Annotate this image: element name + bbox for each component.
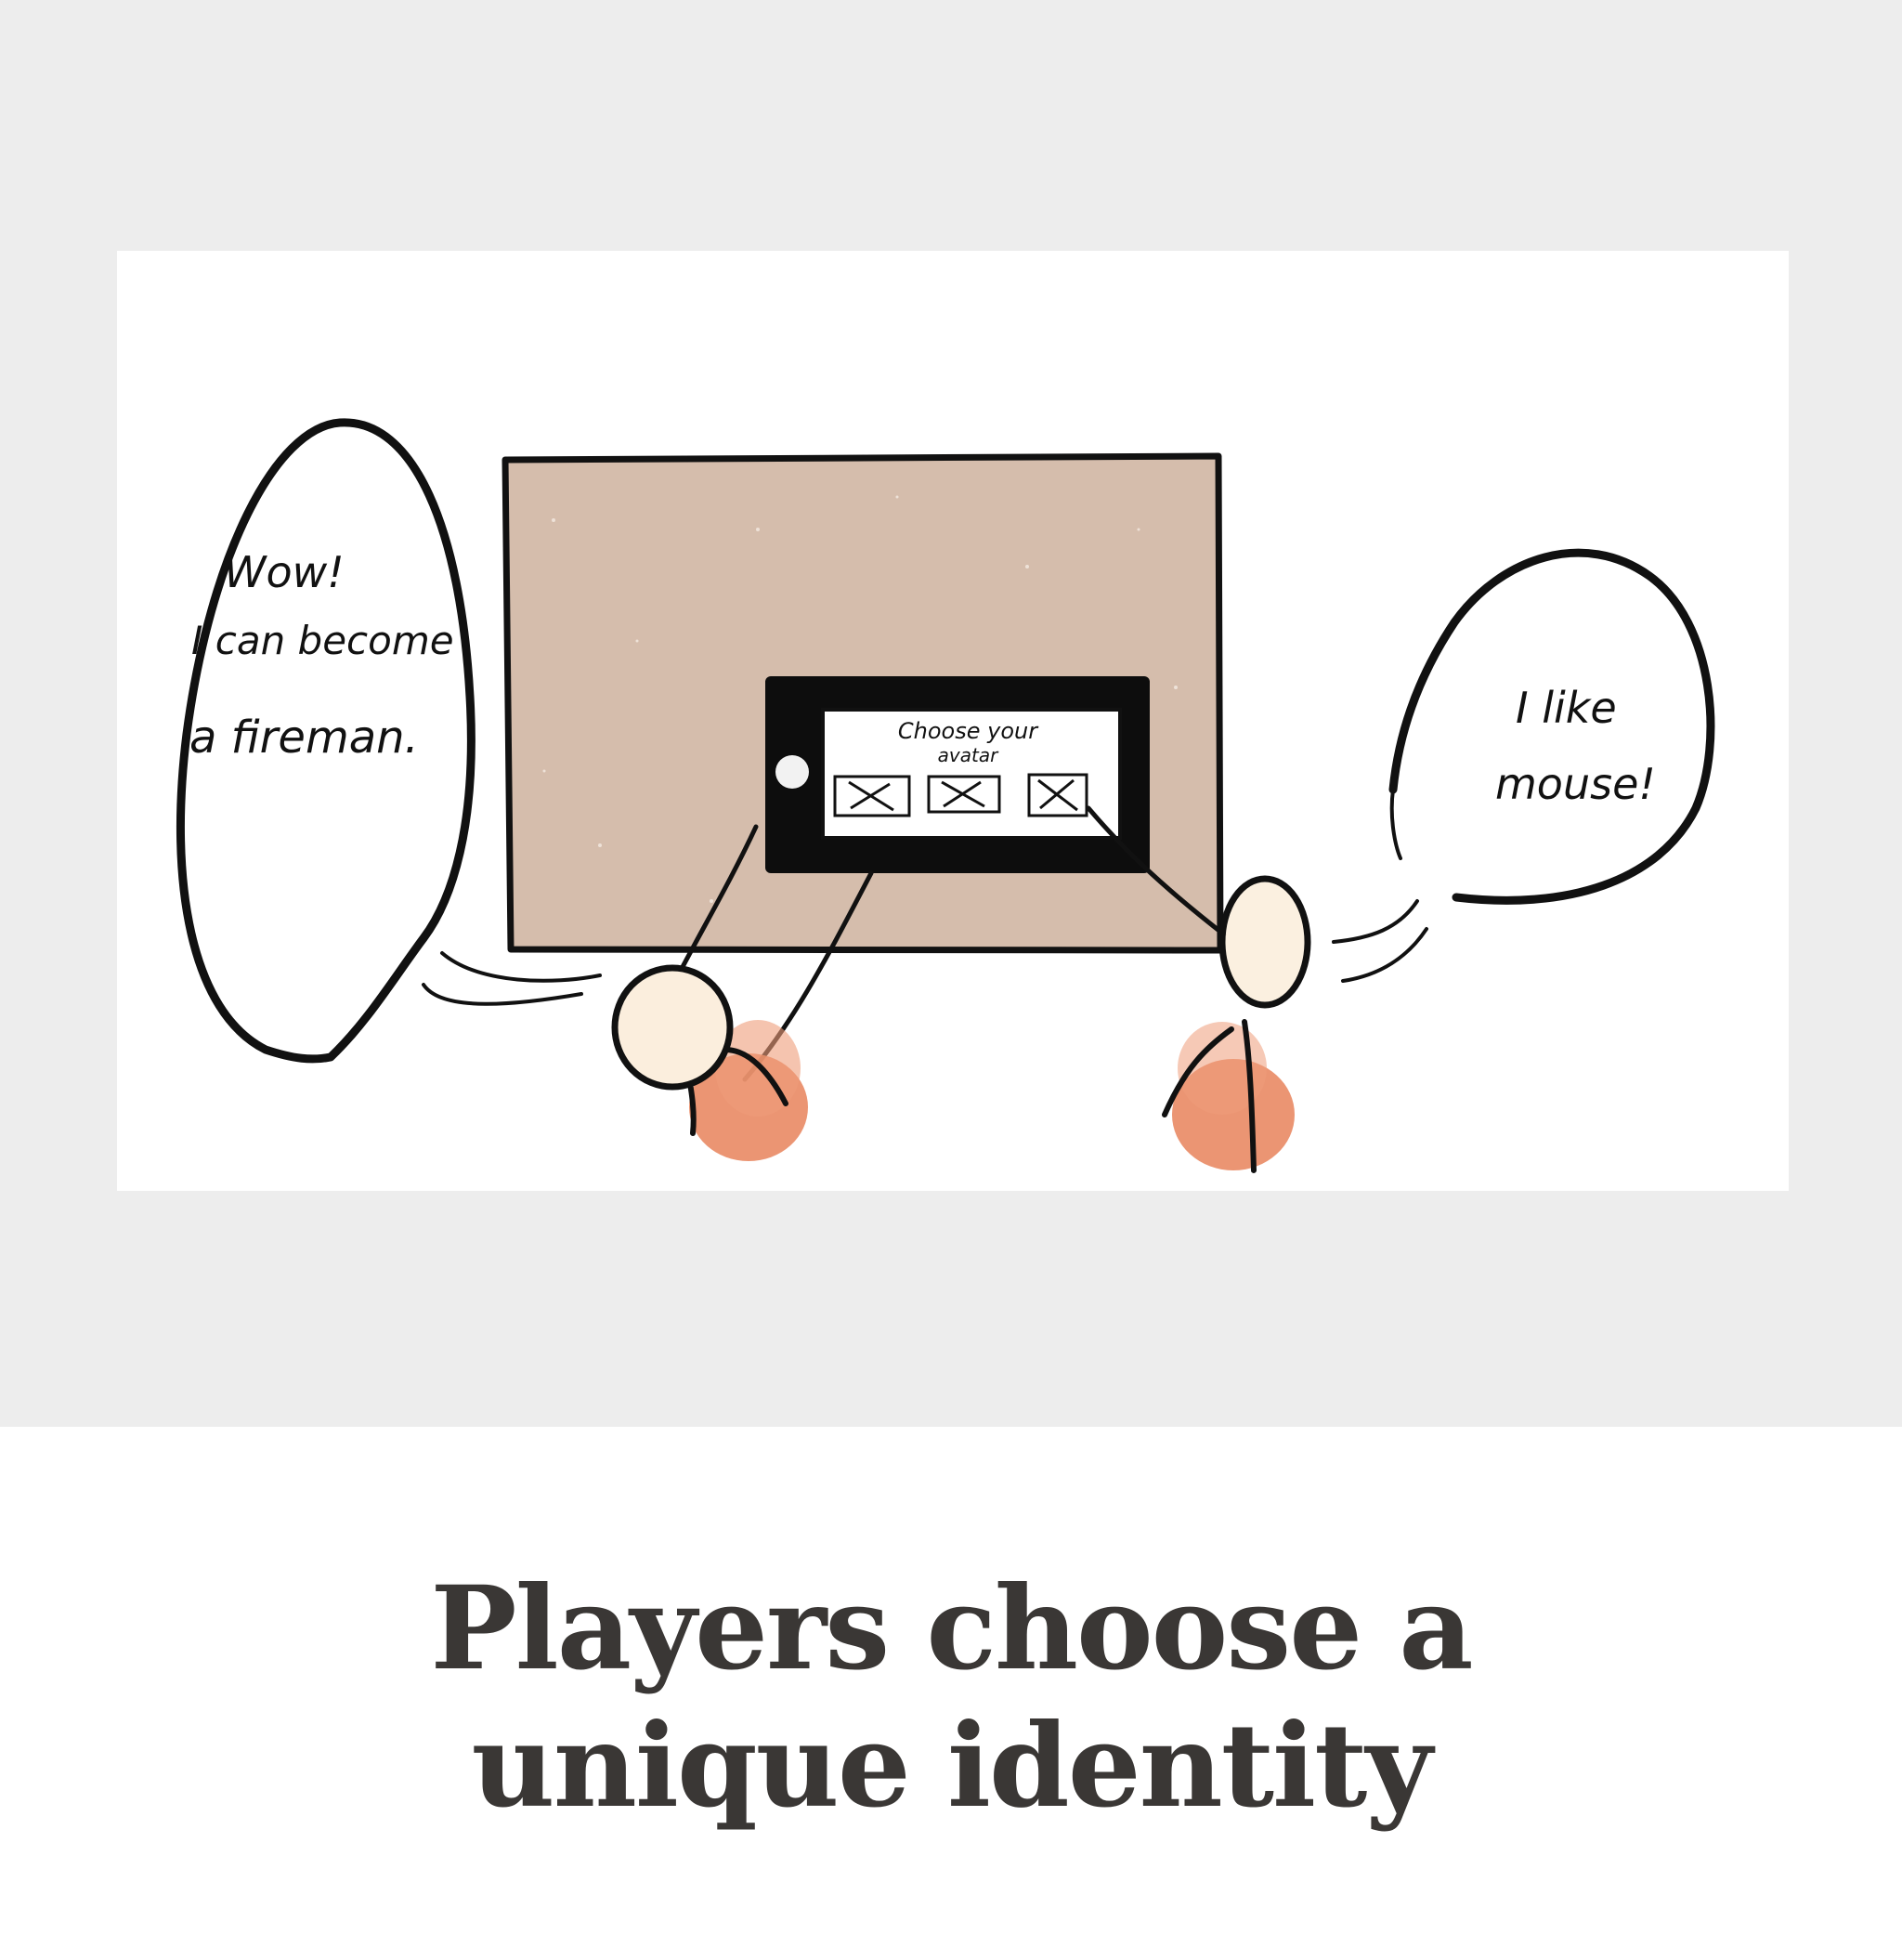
tablet-screen-title-line1: Choose your bbox=[898, 718, 1039, 744]
left-bubble-line3: a fireman. bbox=[189, 712, 419, 764]
right-bubble-line2: mouse! bbox=[1495, 759, 1656, 809]
left-bubble-line1: Wow! bbox=[224, 547, 345, 597]
caption-line-2: unique identity bbox=[471, 1699, 1433, 1834]
sketch-illustration: Choose your avatar Wow! I can become a f… bbox=[176, 418, 1715, 1173]
caption-heading: Players choose a unique identity bbox=[0, 1561, 1902, 1836]
illustration-card: Choose your avatar Wow! I can become a f… bbox=[117, 251, 1789, 1191]
right-bubble-line1: I like bbox=[1516, 683, 1617, 733]
caption-line-1: Players choose a bbox=[430, 1561, 1473, 1696]
left-bubble-line2: I can become bbox=[191, 618, 454, 663]
tablet: Choose your avatar bbox=[765, 676, 1150, 873]
tablet-screen-title-line2: avatar bbox=[938, 744, 999, 766]
page: Choose your avatar Wow! I can become a f… bbox=[0, 0, 1902, 1960]
tablet-home-button bbox=[775, 755, 809, 789]
right-speech-bubble: I like mouse! bbox=[1332, 548, 1715, 983]
left-player bbox=[611, 964, 808, 1161]
